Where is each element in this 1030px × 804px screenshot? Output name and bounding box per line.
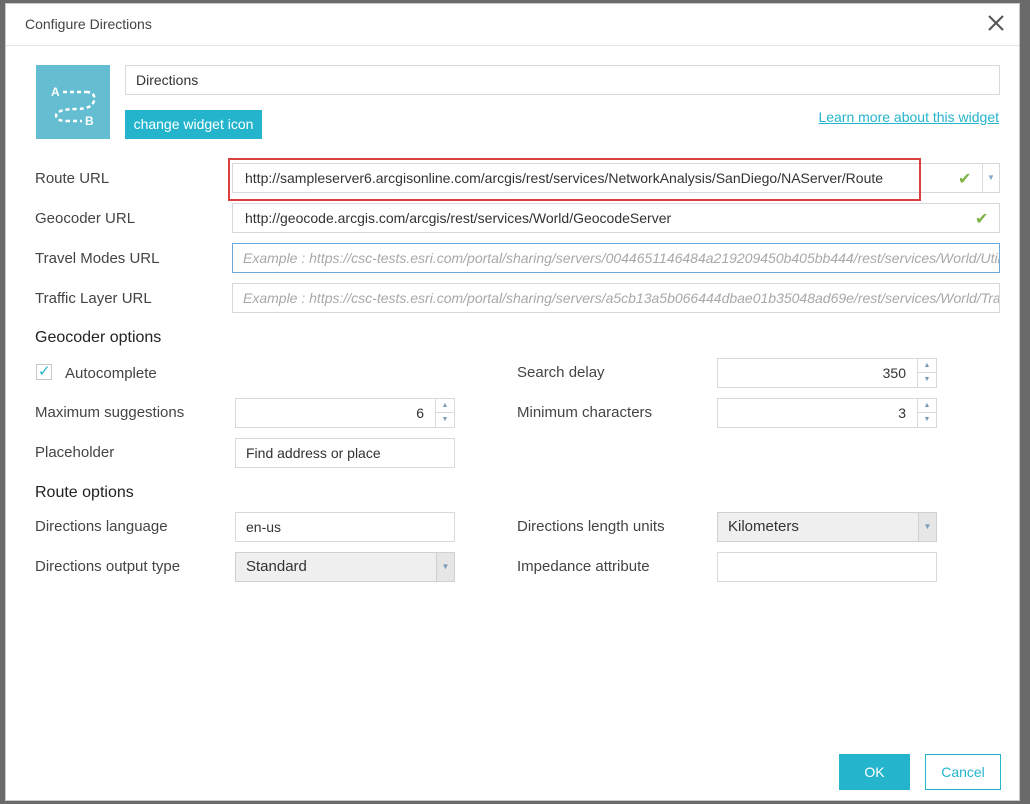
travel-modes-url-placeholder: Example : https://csc-tests.esri.com/por… — [243, 250, 999, 266]
placeholder-label: Placeholder — [35, 444, 115, 461]
length-units-label: Directions length units — [517, 518, 665, 535]
route-options-heading: Route options — [35, 484, 134, 501]
spin-up-icon[interactable]: ▲ — [918, 399, 936, 413]
dialog-titlebar: Configure Directions — [6, 4, 1019, 46]
widget-name-input[interactable]: Directions — [125, 65, 1000, 95]
close-icon[interactable] — [985, 12, 1007, 34]
chevron-down-icon: ▼ — [436, 553, 454, 581]
geocoder-url-valid-check-icon: ✔ — [975, 211, 989, 228]
traffic-layer-url-label: Traffic Layer URL — [35, 290, 152, 307]
route-url-label: Route URL — [35, 170, 110, 187]
checkmark-icon: ✓ — [38, 363, 51, 380]
configure-dialog: Configure Directions A B Directions chan… — [5, 3, 1020, 801]
max-suggestions-spin-buttons: ▲ ▼ — [435, 399, 454, 427]
directions-language-label: Directions language — [35, 518, 168, 535]
spin-down-icon[interactable]: ▼ — [918, 413, 936, 427]
svg-text:B: B — [85, 114, 94, 128]
travel-modes-url-input[interactable]: Example : https://csc-tests.esri.com/por… — [232, 243, 1000, 273]
min-characters-spin-buttons: ▲ ▼ — [917, 399, 936, 427]
placeholder-input[interactable]: Find address or place — [235, 438, 455, 468]
search-delay-value: 350 — [882, 365, 906, 381]
svg-text:A: A — [51, 85, 60, 99]
output-type-value: Standard — [246, 558, 307, 575]
impedance-attribute-label: Impedance attribute — [517, 558, 650, 575]
traffic-layer-url-placeholder: Example : https://csc-tests.esri.com/por… — [243, 290, 1000, 306]
autocomplete-checkbox[interactable]: ✓ — [36, 363, 52, 380]
max-suggestions-label: Maximum suggestions — [35, 404, 185, 421]
output-type-select[interactable]: Standard ▼ — [235, 552, 455, 582]
search-delay-label: Search delay — [517, 364, 605, 381]
route-url-highlight-box — [228, 158, 921, 201]
spin-down-icon[interactable]: ▼ — [436, 413, 454, 427]
min-characters-value: 3 — [898, 405, 906, 421]
length-units-select[interactable]: Kilometers ▼ — [717, 512, 937, 542]
directions-language-input[interactable]: en-us — [235, 512, 455, 542]
spin-up-icon[interactable]: ▲ — [918, 359, 936, 373]
impedance-attribute-input[interactable] — [717, 552, 937, 582]
geocoder-options-heading: Geocoder options — [35, 329, 162, 346]
spin-down-icon[interactable]: ▼ — [918, 373, 936, 387]
traffic-layer-url-input[interactable]: Example : https://csc-tests.esri.com/por… — [232, 283, 1000, 313]
spin-up-icon[interactable]: ▲ — [436, 399, 454, 413]
min-characters-label: Minimum characters — [517, 404, 653, 421]
route-url-valid-check-icon: ✔ — [958, 171, 972, 188]
change-widget-icon-button[interactable]: change widget icon — [125, 110, 262, 139]
min-characters-stepper[interactable]: 3 ▲ ▼ — [717, 398, 937, 428]
directions-ab-icon: A B — [36, 65, 110, 139]
route-url-dropdown-arrow-icon[interactable]: ▼ — [982, 164, 999, 192]
geocoder-url-input[interactable]: http://geocode.arcgis.com/arcgis/rest/se… — [232, 203, 1000, 233]
travel-modes-url-label: Travel Modes URL — [35, 250, 160, 267]
geocoder-url-value: http://geocode.arcgis.com/arcgis/rest/se… — [245, 210, 672, 226]
max-suggestions-value: 6 — [416, 405, 424, 421]
search-delay-spin-buttons: ▲ ▼ — [917, 359, 936, 387]
length-units-value: Kilometers — [728, 518, 799, 535]
autocomplete-label: Autocomplete — [65, 365, 157, 382]
cancel-button[interactable]: Cancel — [925, 754, 1001, 790]
dialog-title: Configure Directions — [25, 16, 152, 32]
search-delay-stepper[interactable]: 350 ▲ ▼ — [717, 358, 937, 388]
ok-button[interactable]: OK — [839, 754, 910, 790]
max-suggestions-stepper[interactable]: 6 ▲ ▼ — [235, 398, 455, 428]
chevron-down-icon: ▼ — [918, 513, 936, 541]
geocoder-url-label: Geocoder URL — [35, 210, 136, 227]
learn-more-link[interactable]: Learn more about this widget — [818, 109, 999, 125]
output-type-label: Directions output type — [35, 558, 181, 575]
